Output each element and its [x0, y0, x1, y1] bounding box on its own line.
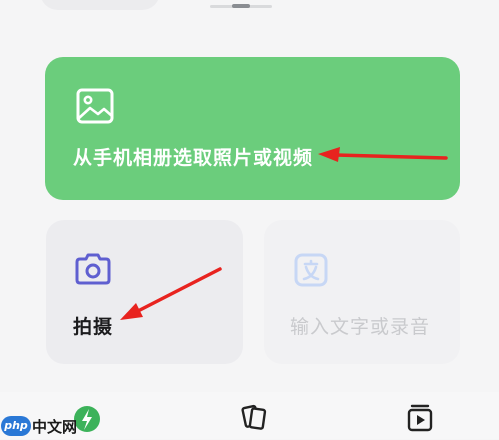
- watermark-text: 中文网: [32, 418, 78, 436]
- cards-icon: [241, 404, 267, 430]
- annotation-arrow-camera: [120, 267, 222, 320]
- watermark: php 中文网: [0, 414, 90, 438]
- video-play-icon: [407, 404, 433, 432]
- watermark-logo: php: [1, 416, 31, 436]
- tab-video[interactable]: [400, 400, 440, 436]
- tab-cards[interactable]: [234, 400, 274, 436]
- annotation-arrows: [120, 147, 448, 320]
- annotation-arrow-pick: [318, 147, 448, 162]
